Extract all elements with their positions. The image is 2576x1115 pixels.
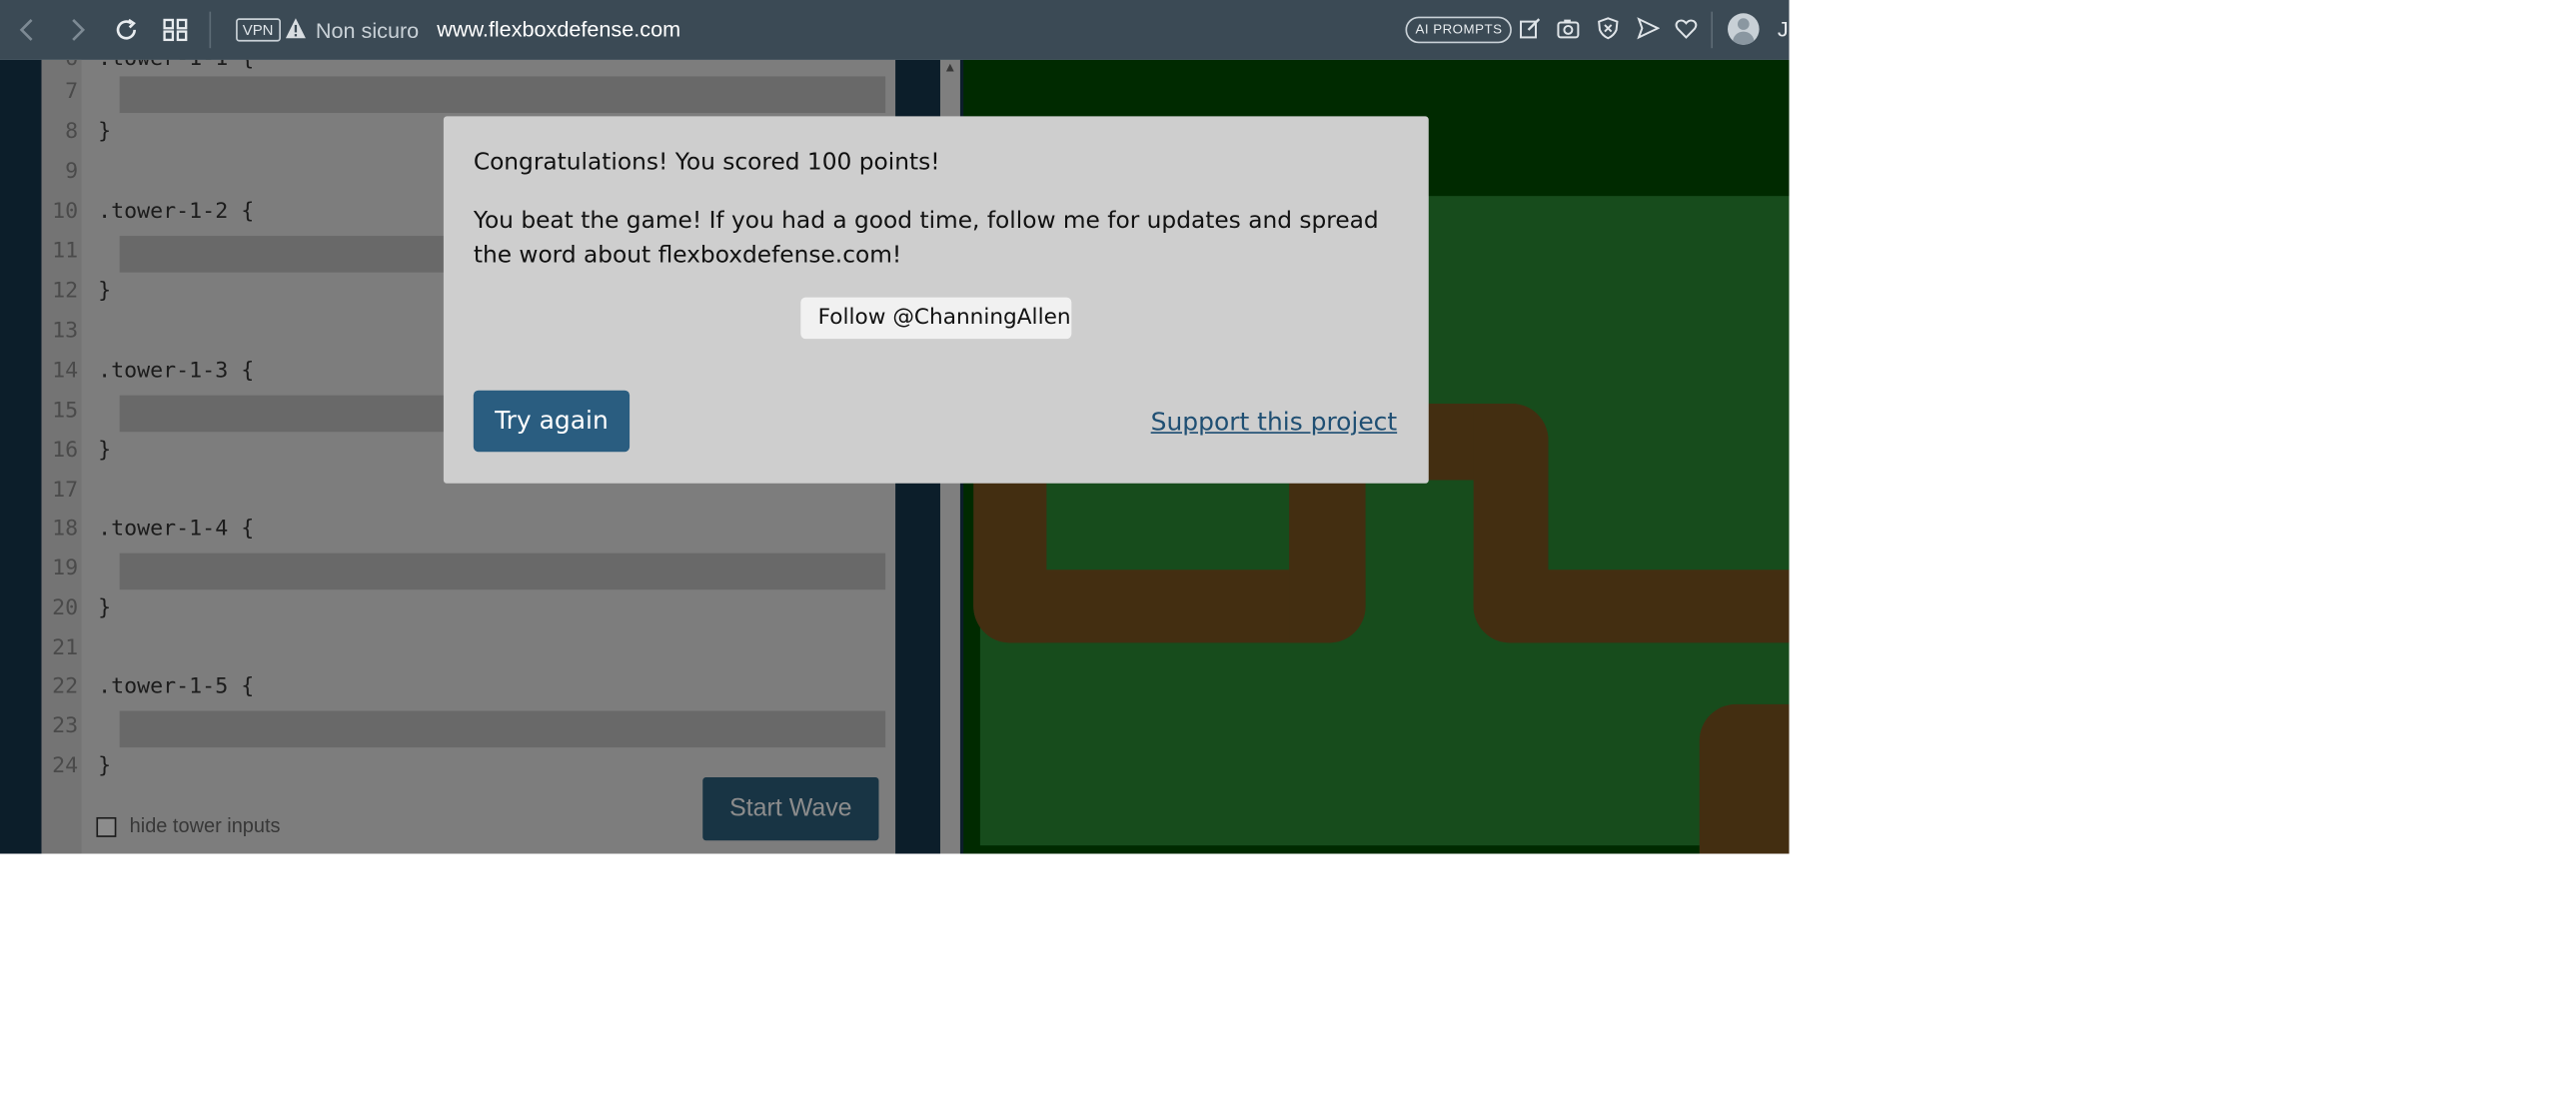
send-icon[interactable]	[1637, 17, 1661, 40]
follow-twitter-button[interactable]: Follow @ChanningAllen	[800, 297, 1072, 340]
warning-icon[interactable]	[284, 17, 307, 40]
game-complete-dialog: Congratulations! You scored 100 points! …	[443, 116, 1429, 484]
shield-icon[interactable]	[1597, 17, 1620, 40]
score-message: Congratulations! You scored 100 points!	[473, 149, 940, 177]
forward-icon[interactable]	[62, 15, 92, 45]
tabs-grid-icon[interactable]	[161, 15, 191, 45]
reload-icon[interactable]	[111, 15, 141, 45]
profile-avatar[interactable]	[1728, 13, 1760, 45]
toolbar-divider	[209, 11, 212, 49]
edit-icon[interactable]	[1519, 17, 1542, 40]
vpn-badge[interactable]: VPN	[236, 18, 281, 42]
browser-toolbar: VPN Non sicuro www.flexboxdefense.com AI…	[0, 0, 1790, 60]
security-status[interactable]: Non sicuro	[316, 18, 419, 43]
heart-icon[interactable]	[1675, 17, 1698, 40]
follow-label: Follow @ChanningAllen	[817, 305, 1071, 331]
address-bar[interactable]: www.flexboxdefense.com	[437, 17, 680, 42]
camera-icon[interactable]	[1557, 17, 1580, 40]
screen: VPN Non sicuro www.flexboxdefense.com AI…	[0, 0, 1790, 854]
back-icon[interactable]	[13, 15, 43, 45]
win-message: You beat the game! If you had a good tim…	[473, 207, 1379, 270]
toolbar-divider	[1711, 11, 1714, 49]
support-project-link[interactable]: Support this project	[1151, 407, 1397, 437]
ai-prompts-button[interactable]: AI PROMPTS	[1405, 16, 1513, 44]
truncated-menu-text[interactable]: J	[1778, 17, 1789, 42]
try-again-button[interactable]: Try again	[473, 390, 631, 453]
